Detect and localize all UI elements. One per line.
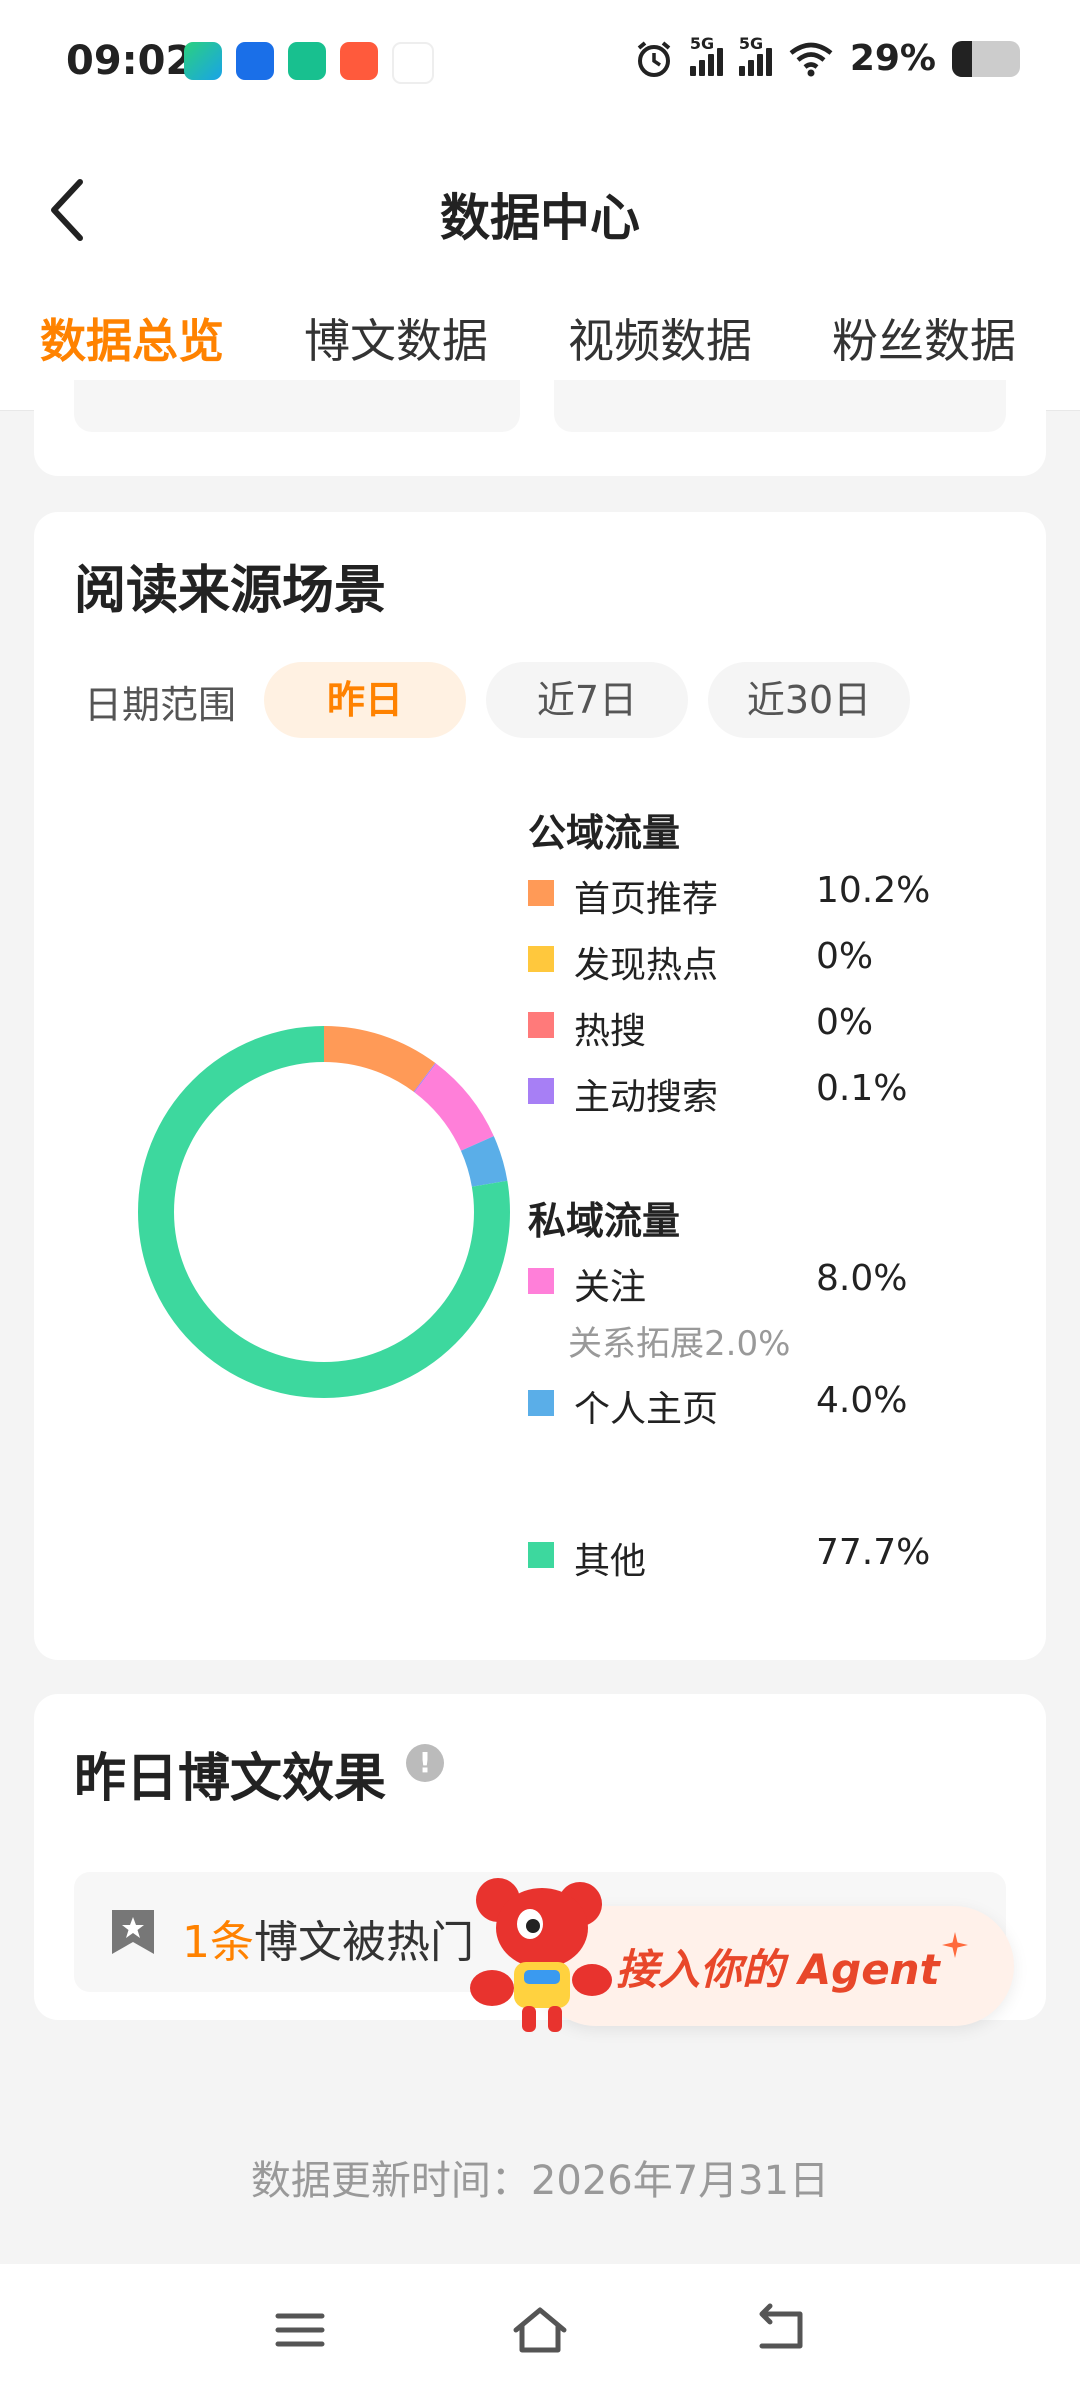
- agent-banner-text: 接入你的 Agent: [616, 1945, 940, 1994]
- tab-post-data[interactable]: 博文数据: [304, 305, 488, 371]
- wifi-icon: [789, 42, 833, 76]
- legend-item: 首页推荐 10.2%: [528, 870, 1008, 920]
- page-title: 数据中心: [440, 189, 640, 247]
- legend-item: 主动搜索 0.1%: [528, 1068, 1008, 1118]
- return-icon[interactable]: [750, 2302, 810, 2358]
- follow-expansion-note: 关系拓展2.0%: [568, 1324, 791, 1364]
- legend-item: 发现热点 0%: [528, 936, 1008, 986]
- public-traffic-title: 公域流量: [528, 811, 681, 855]
- legend-swatch: [528, 880, 554, 906]
- legend-item-other: 其他 77.7%: [528, 1532, 1008, 1582]
- app-icon-teal: [288, 42, 326, 80]
- battery-percent: 29%: [849, 38, 936, 79]
- sparkle-icon: [942, 1932, 968, 1958]
- section-title: 阅读来源场景: [74, 561, 387, 621]
- private-traffic-title: 私域流量: [528, 1199, 681, 1243]
- app-icon-blue: [236, 42, 274, 80]
- tab-fans-data[interactable]: 粉丝数据: [832, 305, 1016, 371]
- range-30days[interactable]: 近30日: [708, 662, 910, 738]
- signal-icon-1: 5G: [689, 34, 723, 76]
- donut-chart: [138, 1026, 510, 1398]
- status-bar: 09:02 5G 5G 29%: [0, 0, 1080, 130]
- section-title: 昨日博文效果: [74, 1749, 387, 1809]
- header: 数据中心 数据总览 博文数据 视频数据 粉丝数据: [0, 130, 1080, 411]
- system-nav-bar: [0, 2264, 1080, 2392]
- previous-card-remnant: [34, 380, 1046, 476]
- app-icon-baidu: [392, 42, 434, 84]
- range-7days[interactable]: 近7日: [486, 662, 688, 738]
- range-yesterday[interactable]: 昨日: [264, 662, 466, 738]
- date-range-label: 日期范围: [84, 683, 237, 727]
- menu-icon[interactable]: [270, 2302, 330, 2358]
- tab-overview[interactable]: 数据总览: [40, 305, 224, 371]
- legend-item: 热搜 0%: [528, 1002, 1008, 1052]
- app-icon-orange: [340, 42, 378, 80]
- signal-icon-2: 5G: [738, 34, 772, 76]
- tab-video-data[interactable]: 视频数据: [568, 305, 752, 371]
- status-time: 09:02: [66, 38, 194, 84]
- legend-swatch: [528, 946, 554, 972]
- legend-swatch: [528, 1268, 554, 1294]
- legend-swatch: [528, 1542, 554, 1568]
- alarm-icon: [637, 40, 671, 77]
- mascot-icon[interactable]: [462, 1870, 622, 2040]
- legend-swatch: [528, 1390, 554, 1416]
- update-time: 数据更新时间：2026年7月31日: [250, 2158, 830, 2204]
- reading-source-card: 阅读来源场景 日期范围 昨日 近7日 近30日 公域流量 首页推荐 10.2% 发…: [34, 512, 1046, 1660]
- home-icon[interactable]: [510, 2302, 570, 2358]
- app-icon-green: [184, 42, 222, 80]
- bookmark-star-icon: [112, 1910, 154, 1954]
- legend-swatch: [528, 1012, 554, 1038]
- legend-swatch: [528, 1078, 554, 1104]
- legend-item: 个人主页 4.0%: [528, 1380, 1008, 1430]
- hot-posts-text: 1条博文被热门: [182, 1917, 474, 1968]
- info-icon[interactable]: !: [406, 1744, 444, 1782]
- battery-icon: [952, 40, 1020, 77]
- legend-item: 关注 8.0%: [528, 1258, 1008, 1308]
